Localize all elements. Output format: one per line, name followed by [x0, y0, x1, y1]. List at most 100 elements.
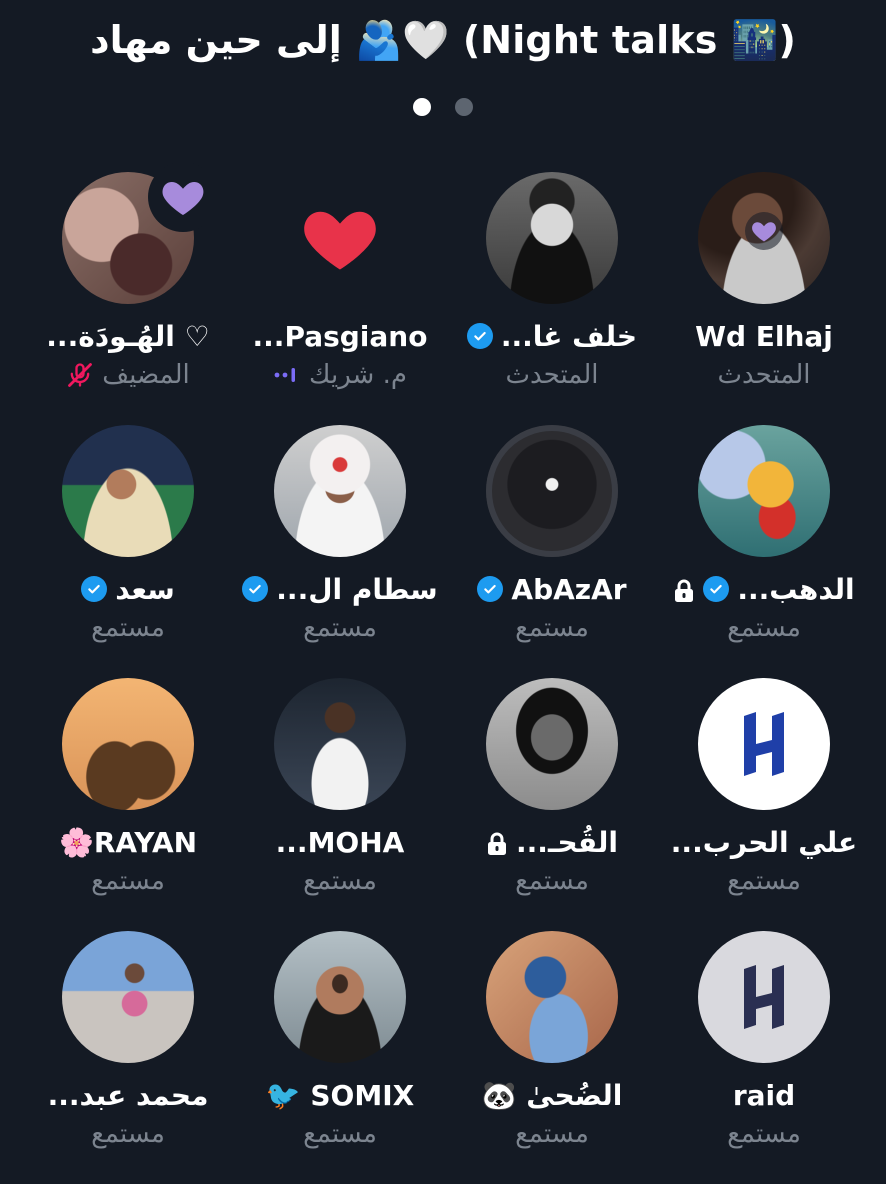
- participant-card[interactable]: RAYAN🌸 مستمع: [22, 678, 234, 931]
- participant-avatar[interactable]: [62, 678, 194, 810]
- participant-name: سعد: [115, 572, 175, 606]
- participant-role-label: مستمع: [515, 866, 589, 896]
- participant-name: الضُحىٰ 🐼: [481, 1078, 623, 1112]
- participant-name-row: علي الحرب...: [671, 824, 857, 860]
- participant-card[interactable]: الضُحىٰ 🐼 مستمع: [446, 931, 658, 1184]
- participant-role: المتحدث: [718, 360, 811, 390]
- participant-name: القُحـ...: [516, 825, 618, 859]
- participant-role-label: مستمع: [303, 613, 377, 643]
- participant-avatar[interactable]: [486, 678, 618, 810]
- participant-role: مستمع: [303, 1119, 377, 1149]
- participant-name: MOHA...: [275, 825, 405, 859]
- purple-heart-reaction-icon: [745, 212, 783, 250]
- space-title: إلى حين مهاد 🫂🤍 (Night talks 🌃): [90, 18, 796, 62]
- participant-role-label: مستمع: [727, 613, 801, 643]
- participant-name-row: محمد عبد...: [48, 1077, 209, 1113]
- participant-name: ♡ الهُـودَة...: [46, 319, 210, 353]
- participant-avatar[interactable]: [274, 931, 406, 1063]
- participant-avatar[interactable]: [274, 425, 406, 557]
- participant-name-row: خلف غا...: [466, 318, 637, 354]
- participants-grid: Wd Elhaj المتحدث خلف غا... المتحدث Pasgiano.…: [22, 162, 870, 1184]
- participant-name-row: سطام ال...: [242, 571, 438, 607]
- participant-name-row: ♡ الهُـودَة...: [46, 318, 209, 354]
- participant-card[interactable]: خلف غا... المتحدث: [446, 172, 658, 425]
- verified-badge-icon: [477, 576, 504, 602]
- participant-avatar[interactable]: [698, 678, 830, 810]
- verified-badge-icon: [242, 576, 269, 602]
- participant-card[interactable]: Wd Elhaj المتحدث: [658, 172, 870, 425]
- participant-name-row: RAYAN🌸: [59, 824, 197, 860]
- participant-role: م. شريك: [273, 360, 407, 390]
- participant-role-label: مستمع: [91, 866, 165, 896]
- participant-role-label: مستمع: [515, 613, 589, 643]
- participant-role: مستمع: [727, 866, 801, 896]
- participant-role: مستمع: [515, 613, 589, 643]
- participant-avatar[interactable]: [698, 931, 830, 1063]
- red-heart-reaction-icon: [274, 172, 406, 304]
- participant-role: مستمع: [727, 1119, 801, 1149]
- participant-name: سطام ال...: [276, 572, 438, 606]
- al-hilal-logo-icon: [724, 704, 804, 784]
- participant-role: المتحدث: [506, 360, 599, 390]
- participant-name: raid: [732, 1078, 796, 1112]
- lock-icon: [486, 830, 508, 855]
- participant-role: مستمع: [303, 613, 377, 643]
- participant-avatar[interactable]: [274, 678, 406, 810]
- participant-card[interactable]: القُحـ... مستمع: [446, 678, 658, 931]
- participant-avatar[interactable]: [698, 425, 830, 557]
- participant-role-label: م. شريك: [309, 360, 407, 390]
- participant-card[interactable]: سعد مستمع: [22, 425, 234, 678]
- al-hilal-logo-icon: [724, 957, 804, 1037]
- participant-role-label: مستمع: [91, 1119, 165, 1149]
- participant-name: RAYAN🌸: [58, 825, 198, 859]
- participant-name-row: SOMIX 🐦: [266, 1077, 414, 1113]
- participant-card[interactable]: AbAzAr مستمع: [446, 425, 658, 678]
- participant-card[interactable]: MOHA... مستمع: [234, 678, 446, 931]
- participant-role: مستمع: [515, 1119, 589, 1149]
- participant-name: SOMIX 🐦: [265, 1078, 415, 1112]
- speaking-bars-icon: [273, 365, 301, 385]
- participant-name-row: سعد: [81, 571, 175, 607]
- page-dot-2[interactable]: [455, 98, 473, 116]
- purple-heart-reaction-icon: [148, 162, 218, 232]
- participant-card[interactable]: الدهب... مستمع: [658, 425, 870, 678]
- participant-name-row: AbAzAr: [477, 571, 627, 607]
- participant-card[interactable]: محمد عبد... مستمع: [22, 931, 234, 1184]
- participant-name: محمد عبد...: [47, 1078, 209, 1112]
- participant-card[interactable]: ♡ الهُـودَة... المضيف: [22, 162, 234, 425]
- participant-role: مستمع: [91, 866, 165, 896]
- participant-name: Pasgiano...: [252, 319, 428, 353]
- participant-card[interactable]: علي الحرب... مستمع: [658, 678, 870, 931]
- participant-name: Wd Elhaj: [695, 319, 833, 353]
- participant-role-label: مستمع: [727, 866, 801, 896]
- participant-role-label: مستمع: [727, 1119, 801, 1149]
- participant-avatar[interactable]: [62, 425, 194, 557]
- verified-badge-icon: [466, 323, 493, 349]
- participant-avatar[interactable]: [486, 172, 618, 304]
- participant-avatar[interactable]: [486, 931, 618, 1063]
- page-indicator[interactable]: [0, 98, 886, 116]
- lock-icon: [673, 577, 695, 602]
- participant-role-label: المتحدث: [505, 360, 599, 390]
- participant-card[interactable]: Pasgiano... م. شريك: [234, 172, 446, 425]
- participant-card[interactable]: raid مستمع: [658, 931, 870, 1184]
- participant-card[interactable]: SOMIX 🐦 مستمع: [234, 931, 446, 1184]
- participant-role-label: مستمع: [303, 1119, 377, 1149]
- participant-name: علي الحرب...: [670, 825, 858, 859]
- participant-name-row: الضُحىٰ 🐼: [482, 1077, 623, 1113]
- participant-name-row: Wd Elhaj: [695, 318, 833, 354]
- page-dot-1[interactable]: [413, 98, 431, 116]
- participant-role: مستمع: [91, 1119, 165, 1149]
- participant-role-label: مستمع: [515, 1119, 589, 1149]
- participant-avatar[interactable]: [274, 172, 406, 304]
- participant-role: مستمع: [727, 613, 801, 643]
- participant-avatar[interactable]: [62, 931, 194, 1063]
- participant-name-row: MOHA...: [276, 824, 405, 860]
- participant-card[interactable]: سطام ال... مستمع: [234, 425, 446, 678]
- participant-name-row: القُحـ...: [486, 824, 618, 860]
- mic-muted-icon: [66, 361, 94, 389]
- participant-role: مستمع: [303, 866, 377, 896]
- participant-avatar[interactable]: [486, 425, 618, 557]
- participant-role: مستمع: [515, 866, 589, 896]
- participant-name-row: الدهب...: [673, 571, 855, 607]
